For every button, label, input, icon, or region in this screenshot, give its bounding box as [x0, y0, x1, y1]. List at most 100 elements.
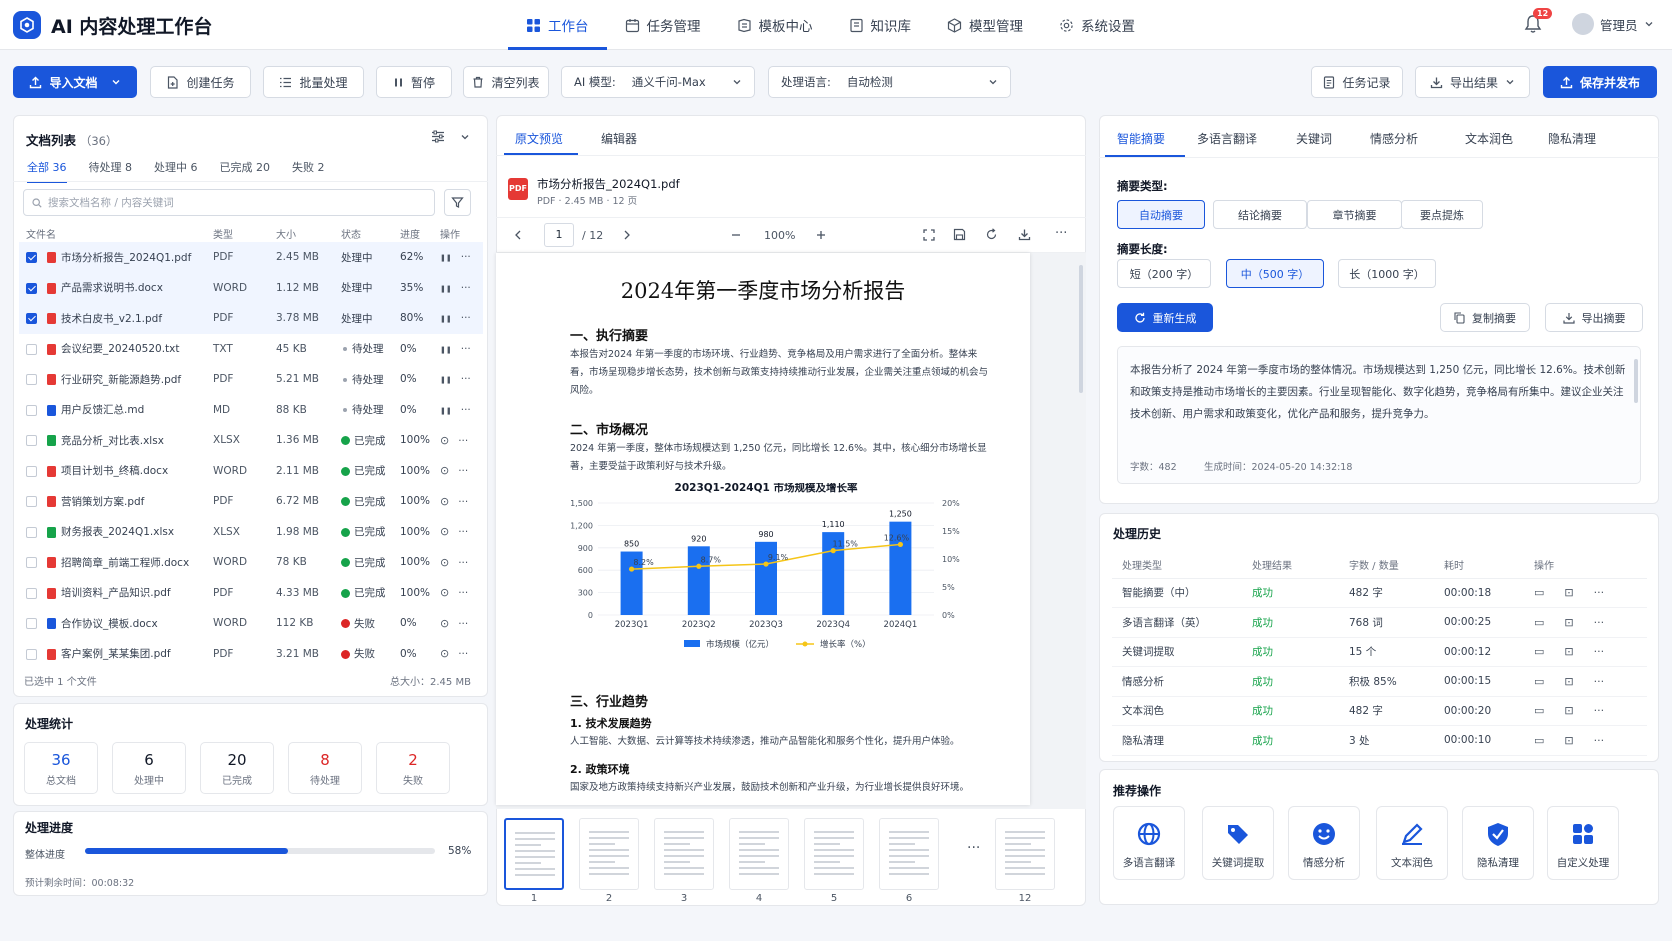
- page-thumbnail[interactable]: [804, 818, 864, 890]
- nav-settings[interactable]: 系统设置: [1041, 0, 1153, 50]
- more-icon[interactable]: ···: [1055, 226, 1067, 241]
- task-records-button[interactable]: 任务记录: [1311, 66, 1403, 98]
- summary-type-option[interactable]: 要点提炼: [1401, 200, 1483, 229]
- view-icon[interactable]: ▭: [1534, 616, 1544, 629]
- page-thumbnail[interactable]: [879, 818, 939, 890]
- view-icon[interactable]: ▭: [1534, 734, 1544, 747]
- page-thumbnail[interactable]: [504, 818, 564, 890]
- file-name[interactable]: 客户案例_某某集团.pdf: [61, 648, 171, 660]
- more-icon[interactable]: ···: [1594, 704, 1605, 717]
- user-menu[interactable]: 管理员: [1572, 13, 1654, 35]
- more-icon[interactable]: ···: [458, 496, 468, 508]
- table-row[interactable]: 招聘简章_前端工程师.docx WORD 78 KB 已完成 100% ⊙ ···: [19, 547, 483, 578]
- column-header[interactable]: 大小: [276, 224, 341, 242]
- summary-type-option[interactable]: 章节摘要: [1307, 200, 1402, 229]
- fullscreen-icon[interactable]: [923, 229, 935, 241]
- pause-icon[interactable]: ❚❚: [440, 407, 452, 415]
- file-name[interactable]: 培训资料_产品知识.pdf: [61, 587, 171, 599]
- column-header[interactable]: 文件名: [19, 224, 213, 242]
- pause-icon[interactable]: ❚❚: [440, 376, 452, 384]
- create-task-button[interactable]: 创建任务: [150, 66, 251, 98]
- tab-pending[interactable]: 待处理 8: [89, 159, 133, 183]
- open-folder-icon[interactable]: ⊡: [1564, 645, 1573, 658]
- file-name[interactable]: 用户反馈汇总.md: [61, 404, 144, 416]
- view-icon[interactable]: ▭: [1534, 675, 1544, 688]
- recommend-globe-button[interactable]: 多语言翻译: [1113, 806, 1185, 880]
- file-name[interactable]: 营销策划方案.pdf: [61, 496, 144, 508]
- more-icon[interactable]: ···: [1594, 734, 1605, 747]
- more-icon[interactable]: ···: [1594, 586, 1605, 599]
- pause-icon[interactable]: ❚❚: [440, 315, 452, 323]
- feature-tab[interactable]: 智能摘要: [1117, 130, 1165, 147]
- thumb-more[interactable]: ···: [967, 840, 980, 856]
- import-button[interactable]: 导入文档: [13, 66, 137, 98]
- chevron-right-icon[interactable]: [622, 229, 632, 241]
- retry-icon[interactable]: ⊙: [440, 464, 449, 477]
- view-icon[interactable]: ▭: [1534, 586, 1544, 599]
- table-row[interactable]: 行业研究_新能源趋势.pdf PDF 5.21 MB 待处理 0% ❚❚ ···: [19, 364, 483, 395]
- table-row[interactable]: 财务报表_2024Q1.xlsx XLSX 1.98 MB 已完成 100% ⊙ ···: [19, 517, 483, 548]
- more-icon[interactable]: ···: [458, 435, 468, 447]
- pause-button[interactable]: 暂停: [376, 66, 452, 98]
- model-select[interactable]: AI 模型: 通义千问-Max: [561, 66, 755, 98]
- retry-icon[interactable]: ⊙: [440, 647, 449, 660]
- more-icon[interactable]: ···: [1594, 616, 1605, 629]
- page-input[interactable]: 1: [544, 223, 574, 247]
- tab-all[interactable]: 全部 36: [27, 159, 67, 183]
- column-header[interactable]: 类型: [213, 224, 276, 242]
- open-folder-icon[interactable]: ⊡: [1564, 734, 1573, 747]
- file-name[interactable]: 招聘简章_前端工程师.docx: [61, 557, 189, 569]
- filter-button[interactable]: [444, 189, 471, 216]
- recommend-shield-button[interactable]: 隐私清理: [1462, 806, 1534, 880]
- pause-icon[interactable]: ❚❚: [440, 285, 452, 293]
- tab-processing[interactable]: 处理中 6: [154, 159, 198, 183]
- table-row[interactable]: 营销策划方案.pdf PDF 6.72 MB 已完成 100% ⊙ ···: [19, 486, 483, 517]
- stat-card[interactable]: 8 待处理: [288, 742, 362, 794]
- retry-icon[interactable]: ⊙: [440, 495, 449, 508]
- zoom-out-icon[interactable]: [730, 229, 742, 241]
- regenerate-button[interactable]: 重新生成: [1117, 303, 1213, 332]
- feature-tab[interactable]: 文本润色: [1465, 130, 1513, 147]
- nav-knowledge[interactable]: 知识库: [831, 0, 930, 50]
- file-name[interactable]: 财务报表_2024Q1.xlsx: [61, 526, 174, 538]
- row-checkbox[interactable]: [26, 313, 37, 325]
- row-checkbox[interactable]: [26, 526, 37, 538]
- save-icon[interactable]: [953, 228, 966, 241]
- open-folder-icon[interactable]: ⊡: [1564, 586, 1573, 599]
- batch-button[interactable]: 批量处理: [263, 66, 364, 98]
- page-thumbnail[interactable]: [995, 818, 1055, 890]
- nav-models[interactable]: 模型管理: [929, 0, 1041, 50]
- view-icon[interactable]: ▭: [1534, 704, 1544, 717]
- brand[interactable]: AI 内容处理工作台: [13, 11, 212, 39]
- retry-icon[interactable]: ⊙: [440, 434, 449, 447]
- tab-original-preview[interactable]: 原文预览: [515, 130, 563, 147]
- table-row[interactable]: 培训资料_产品知识.pdf PDF 4.33 MB 已完成 100% ⊙ ···: [19, 578, 483, 609]
- retry-icon[interactable]: ⊙: [440, 556, 449, 569]
- table-row[interactable]: 项目计划书_终稿.docx WORD 2.11 MB 已完成 100% ⊙ ···: [19, 456, 483, 487]
- export-results-button[interactable]: 导出结果: [1415, 66, 1530, 98]
- feature-tab[interactable]: 关键词: [1296, 130, 1332, 147]
- more-icon[interactable]: ···: [1594, 645, 1605, 658]
- stat-card[interactable]: 2 失败: [376, 742, 450, 794]
- row-checkbox[interactable]: [26, 618, 37, 630]
- feature-tab[interactable]: 隐私清理: [1548, 130, 1596, 147]
- download-icon[interactable]: [1018, 228, 1031, 241]
- summary-length-option[interactable]: 中（500 字）: [1226, 259, 1324, 288]
- row-checkbox[interactable]: [26, 648, 37, 660]
- feature-tab[interactable]: 情感分析: [1370, 130, 1418, 147]
- stat-card[interactable]: 36 总文档: [24, 742, 98, 794]
- zoom-in-icon[interactable]: [815, 229, 827, 241]
- chevron-down-icon[interactable]: [460, 132, 470, 142]
- feature-tab[interactable]: 多语言翻译: [1197, 130, 1257, 147]
- settings-sliders-icon[interactable]: [431, 130, 445, 143]
- scrollbar[interactable]: [1634, 359, 1638, 403]
- more-icon[interactable]: ···: [461, 343, 471, 355]
- scrollbar[interactable]: [1079, 265, 1083, 393]
- table-row[interactable]: 技术白皮书_v2.1.pdf PDF 3.78 MB 处理中 80% ❚❚ ···: [19, 303, 483, 334]
- pause-icon[interactable]: ❚❚: [440, 254, 452, 262]
- retry-icon[interactable]: ⊙: [440, 617, 449, 630]
- row-checkbox[interactable]: [26, 587, 37, 599]
- file-name[interactable]: 合作协议_模板.docx: [61, 618, 158, 630]
- table-row[interactable]: 竞品分析_对比表.xlsx XLSX 1.36 MB 已完成 100% ⊙ ···: [19, 425, 483, 456]
- recommend-apps-button[interactable]: 自定义处理: [1547, 806, 1619, 880]
